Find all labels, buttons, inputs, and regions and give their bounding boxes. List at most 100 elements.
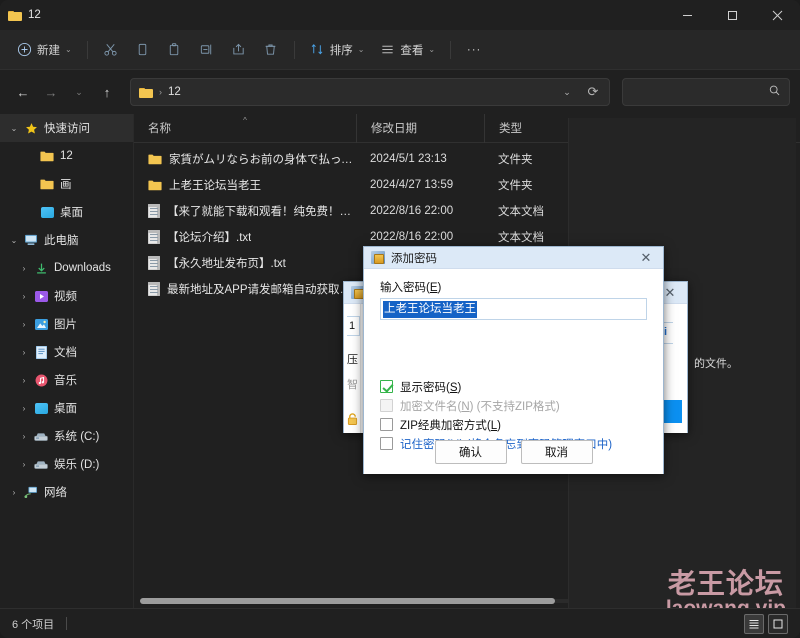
lock-icon (347, 412, 358, 425)
file-name-label: 【论坛介绍】.txt (167, 232, 252, 244)
recent-locations-button[interactable]: ⌄ (66, 79, 92, 105)
status-bar: 6 个项目 (0, 608, 800, 638)
sidebar-item-0[interactable]: ⌄ 快速访问 (0, 114, 133, 142)
sidebar-item-6[interactable]: › 视频 (0, 282, 133, 310)
password-dialog-close-button[interactable]: ✕ (633, 250, 659, 266)
chevron-down-icon[interactable]: ⌄ (6, 124, 22, 133)
share-button[interactable] (224, 36, 254, 64)
chevron-right-icon[interactable]: › (16, 348, 32, 357)
sidebar-item-10[interactable]: › 桌面 (0, 394, 133, 422)
archive-compress-label-fragment: 压 (347, 354, 358, 366)
sidebar-item-label: 网络 (44, 487, 67, 499)
chevron-right-icon[interactable]: › (16, 376, 32, 385)
toolbar-divider-3 (450, 40, 452, 59)
sidebar-item-label: 图片 (54, 319, 77, 331)
checkbox-2[interactable] (380, 418, 393, 431)
checkbox-label-accesskey: S (449, 381, 458, 394)
close-button[interactable] (755, 0, 800, 30)
new-button[interactable]: 新建 ⌄ (10, 36, 79, 64)
rename-button[interactable] (192, 36, 222, 64)
copy-button[interactable] (128, 36, 158, 64)
password-dialog-buttons: 确认 取消 (364, 440, 663, 464)
file-name-cell: 上老王论坛当老王 (134, 177, 356, 193)
sidebar-item-5[interactable]: › Downloads (0, 254, 133, 282)
window-tab[interactable]: 12 (0, 0, 51, 30)
sidebar-item-9[interactable]: › 音乐 (0, 366, 133, 394)
back-button[interactable]: ← (10, 79, 36, 105)
scissors-icon (103, 42, 118, 57)
refresh-button[interactable]: ⟳ (581, 80, 605, 104)
sort-button[interactable]: 排序 ⌄ (303, 36, 372, 64)
minimize-button[interactable] (665, 0, 710, 30)
breadcrumb-separator: › (159, 87, 162, 97)
view-button[interactable]: 查看 ⌄ (373, 36, 442, 64)
sidebar-item-label: 桌面 (54, 403, 77, 415)
sidebar-item-3[interactable]: 桌面 (0, 198, 133, 226)
password-dialog-titlebar: 添加密码 ✕ (364, 247, 663, 269)
sidebar-item-2[interactable]: 画 (0, 170, 133, 198)
new-button-label: 新建 (37, 44, 60, 57)
column-header-date[interactable]: 修改日期 (356, 114, 484, 143)
folder-icon (148, 179, 162, 191)
cancel-button[interactable]: 取消 (520, 440, 593, 464)
sidebar-item-label: 桌面 (60, 207, 83, 219)
details-view-button[interactable] (744, 613, 764, 634)
checkbox-label-suffix: ) (457, 381, 462, 394)
trash-icon (263, 42, 278, 57)
search-input[interactable] (622, 78, 790, 106)
file-date-cell: 2022/8/16 22:00 (370, 205, 454, 217)
chevron-right-icon[interactable]: › (6, 488, 22, 497)
copy-icon (135, 42, 150, 57)
up-button[interactable]: ↑ (94, 79, 120, 105)
sidebar-item-1[interactable]: 12 (0, 142, 133, 170)
delete-button[interactable] (256, 36, 286, 64)
password-label-accesskey: E (429, 282, 438, 294)
window-controls (665, 0, 800, 30)
chevron-right-icon[interactable]: › (16, 264, 32, 273)
checkbox-row-2[interactable]: ZIP经典加密方式(L) (380, 415, 612, 434)
paste-button[interactable] (160, 36, 190, 64)
sidebar-item-7[interactable]: › 图片 (0, 310, 133, 338)
checkbox-row-0[interactable]: 显示密码(S) (380, 377, 612, 396)
sidebar-item-12[interactable]: › 娱乐 (D:) (0, 450, 133, 478)
archive-name-field-fragment[interactable]: 1 (347, 316, 360, 336)
sidebar-item-label: Downloads (54, 262, 111, 274)
forward-button[interactable]: → (38, 79, 64, 105)
sidebar-item-4[interactable]: ⌄ 此电脑 (0, 226, 133, 254)
sort-button-label: 排序 (329, 44, 353, 57)
navigation-pane[interactable]: ⌄ 快速访问 12 画桌面 ⌄ 此电脑 › Downloads › 视频 › 图片 › 文档 › 音乐 › 桌面 ›… (0, 114, 134, 608)
archive-icon (371, 251, 385, 264)
sidebar-item-8[interactable]: › 文档 (0, 338, 133, 366)
chevron-right-icon[interactable]: › (16, 292, 32, 301)
maximize-button[interactable] (710, 0, 755, 30)
command-bar: 新建 ⌄ 排序 ⌄ 查看 ⌄ ··· (0, 30, 800, 70)
chevron-right-icon[interactable]: › (16, 460, 32, 469)
column-header-name[interactable]: 名称 ^ (134, 114, 356, 143)
chevron-right-icon[interactable]: › (16, 432, 32, 441)
chevron-right-icon[interactable]: › (16, 320, 32, 329)
password-label-prefix: 输入密码( (380, 282, 430, 294)
checkbox-0[interactable] (380, 380, 393, 393)
sidebar-item-label: 视频 (54, 291, 77, 303)
desktop-icon (38, 206, 56, 218)
chevron-down-icon[interactable]: ⌄ (6, 236, 22, 245)
address-dropdown-button[interactable]: ⌄ (555, 80, 579, 104)
file-name-label: 家賃がムリならお前の身体で払ってもら... (169, 154, 356, 166)
address-bar[interactable]: › 12 ⌄ ⟳ (130, 78, 610, 106)
sidebar-item-label: 文档 (54, 347, 77, 359)
confirm-button[interactable]: 确认 (434, 440, 507, 464)
sidebar-item-label: 音乐 (54, 375, 77, 387)
text-file-icon (148, 230, 160, 244)
view-list-icon (380, 42, 395, 57)
add-password-dialog[interactable]: 添加密码 ✕ 输入密码(E) 上老王论坛当老王 显示密码(S) 加密文件名(N) … (363, 246, 664, 474)
scrollbar-thumb[interactable] (140, 598, 555, 604)
more-button[interactable]: ··· (459, 36, 489, 64)
sidebar-item-11[interactable]: › 系统 (C:) (0, 422, 133, 450)
sidebar-item-13[interactable]: › 网络 (0, 478, 133, 506)
chevron-right-icon[interactable]: › (16, 404, 32, 413)
sidebar-item-label: 画 (60, 179, 72, 191)
cut-button[interactable] (96, 36, 126, 64)
text-file-icon (148, 204, 160, 218)
large-icons-view-button[interactable] (768, 613, 788, 634)
password-input[interactable]: 上老王论坛当老王 (380, 298, 647, 320)
